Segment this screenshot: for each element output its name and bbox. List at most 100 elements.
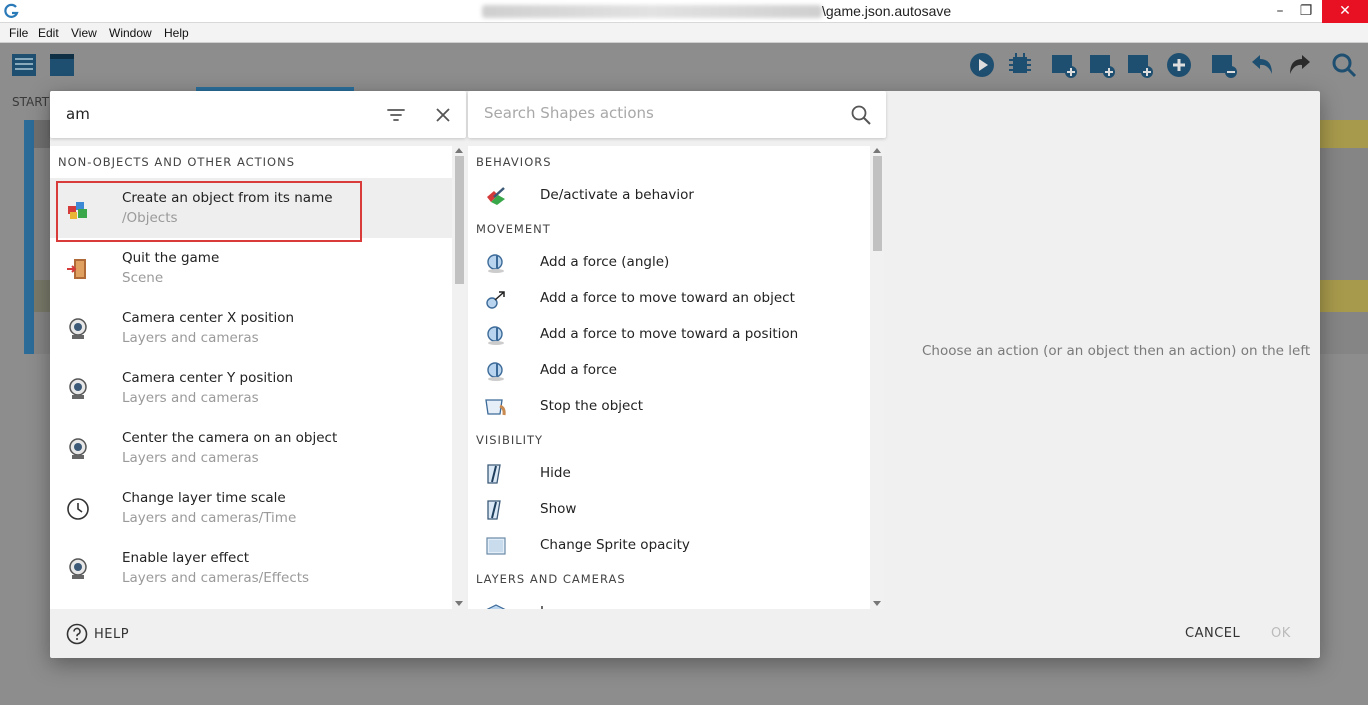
ok-button[interactable]: OK xyxy=(1271,626,1291,641)
list-item[interactable]: Show xyxy=(468,492,870,528)
section-header-non-objects: NON-OBJECTS AND OTHER ACTIONS xyxy=(58,155,296,169)
add-subevent-icon[interactable] xyxy=(1088,50,1116,80)
item-name: Enable layer effect xyxy=(122,550,250,566)
quit-door-icon xyxy=(67,259,86,279)
title-bar: \game.json.autosave – ❐ ✕ xyxy=(0,0,1368,23)
gdevelop-logo-icon xyxy=(4,3,19,18)
scene-window-icon[interactable] xyxy=(48,50,76,80)
scroll-up-arrow-icon[interactable] xyxy=(873,148,881,153)
item-path: Scene xyxy=(122,270,164,286)
add-comment-icon[interactable] xyxy=(1126,50,1154,80)
list-item[interactable]: Camera center Y position Layers and came… xyxy=(50,358,452,418)
menu-view[interactable]: View xyxy=(71,26,97,40)
object-search-input[interactable] xyxy=(66,105,366,123)
force-icon xyxy=(487,326,504,345)
list-item[interactable]: Change Sprite opacity xyxy=(468,528,870,564)
item-name: De/activate a behavior xyxy=(540,187,694,203)
item-path: Layers and cameras/Effects xyxy=(122,570,310,586)
window-title: \game.json.autosave xyxy=(822,3,952,19)
item-path: Layers and cameras xyxy=(122,450,259,466)
list-item[interactable]: Quit the game Scene xyxy=(50,238,452,298)
list-item[interactable]: Change layer time scale Layers and camer… xyxy=(50,478,452,538)
opacity-icon xyxy=(486,537,506,555)
menu-edit[interactable]: Edit xyxy=(38,26,59,40)
close-window-button[interactable]: ✕ xyxy=(1322,0,1368,23)
item-name: Create an object from its name xyxy=(122,190,333,206)
add-more-icon[interactable] xyxy=(1165,50,1193,80)
create-object-icon xyxy=(68,202,87,219)
details-placeholder-text: Choose an action (or an object then an a… xyxy=(922,343,1311,359)
event-header-strip xyxy=(1320,120,1368,148)
cancel-button[interactable]: CANCEL xyxy=(1185,626,1240,641)
help-circle-icon xyxy=(66,623,88,645)
list-item[interactable]: Add a force to move toward a position xyxy=(468,317,870,353)
item-name: Change Sprite opacity xyxy=(540,537,690,553)
force-arrow-icon xyxy=(486,291,505,309)
menu-window[interactable]: Window xyxy=(109,26,152,40)
behavior-icon xyxy=(487,187,505,205)
item-name: Add a force to move toward a position xyxy=(540,326,799,342)
right-action-list: BEHAVIORS De/activate a behavior MOVEMEN… xyxy=(468,146,870,609)
list-item[interactable]: Camera center X position Layers and came… xyxy=(50,298,452,358)
item-name: Camera center Y position xyxy=(122,370,294,386)
list-item[interactable]: Add a force to move toward an object xyxy=(468,281,870,317)
help-button[interactable]: HELP xyxy=(66,623,129,645)
section-header-movement: MOVEMENT xyxy=(476,222,551,236)
item-name: Camera center X position xyxy=(122,310,295,326)
redo-icon[interactable] xyxy=(1286,50,1314,80)
list-item[interactable]: Enable layer effect Layers and cameras/E… xyxy=(50,538,452,598)
scroll-down-arrow-icon[interactable] xyxy=(455,601,463,606)
add-event-icon[interactable] xyxy=(1050,50,1078,80)
item-path: Layers and cameras xyxy=(122,330,259,346)
section-header-behaviors: BEHAVIORS xyxy=(476,155,552,169)
item-name: Add a force to move toward an object xyxy=(540,290,795,306)
list-item[interactable]: Add a force (angle) xyxy=(468,245,870,281)
project-manager-icon[interactable] xyxy=(10,50,38,80)
search-icon[interactable] xyxy=(850,104,872,126)
camera-icon xyxy=(69,378,87,399)
right-scrollbar[interactable] xyxy=(870,146,884,609)
scroll-thumb[interactable] xyxy=(873,156,882,251)
action-search-input[interactable] xyxy=(484,104,834,122)
object-search-bar xyxy=(50,91,466,138)
search-events-icon[interactable] xyxy=(1330,50,1358,80)
clock-icon xyxy=(67,498,89,520)
list-item[interactable]: Stop the object xyxy=(468,389,870,425)
preview-play-icon[interactable] xyxy=(968,50,996,80)
item-name: Add a force (angle) xyxy=(540,254,670,270)
scroll-up-arrow-icon[interactable] xyxy=(455,148,463,153)
item-name: Center the camera on an object xyxy=(122,430,338,446)
event-header-strip xyxy=(1320,280,1368,312)
list-item[interactable]: L xyxy=(468,595,870,609)
item-path: Layers and cameras xyxy=(122,390,259,406)
item-name: Quit the game xyxy=(122,250,220,266)
list-item[interactable]: Create an object from its name /Objects xyxy=(50,178,452,238)
item-name: Change layer time scale xyxy=(122,490,286,506)
start-tab-label: START xyxy=(12,95,50,109)
camera-icon xyxy=(69,318,87,339)
title-path-blurred xyxy=(482,5,822,18)
filter-icon[interactable] xyxy=(385,105,407,125)
left-scrollbar[interactable] xyxy=(452,146,466,609)
restore-button[interactable]: ❐ xyxy=(1288,0,1324,23)
menu-help[interactable]: Help xyxy=(164,26,189,40)
left-action-list: NON-OBJECTS AND OTHER ACTIONS Create an … xyxy=(50,146,452,609)
dialog-footer: HELP CANCEL OK xyxy=(50,609,1320,658)
section-header-layers: LAYERS AND CAMERAS xyxy=(476,572,626,586)
scroll-thumb[interactable] xyxy=(455,156,464,284)
menu-bar: File Edit View Window Help xyxy=(0,23,1368,43)
camera-icon xyxy=(69,558,87,579)
item-name: Show xyxy=(540,501,577,517)
close-icon[interactable] xyxy=(433,105,453,125)
scroll-down-arrow-icon[interactable] xyxy=(873,601,881,606)
item-path: /Objects xyxy=(122,210,178,226)
stop-object-icon xyxy=(485,399,506,416)
delete-event-icon[interactable] xyxy=(1210,50,1238,80)
list-item[interactable]: Hide xyxy=(468,456,870,492)
menu-file[interactable]: File xyxy=(9,26,28,40)
undo-icon[interactable] xyxy=(1248,50,1276,80)
list-item[interactable]: Add a force xyxy=(468,353,870,389)
list-item[interactable]: De/activate a behavior xyxy=(468,178,870,214)
debugger-icon[interactable] xyxy=(1006,50,1034,80)
list-item[interactable]: Center the camera on an object Layers an… xyxy=(50,418,452,478)
